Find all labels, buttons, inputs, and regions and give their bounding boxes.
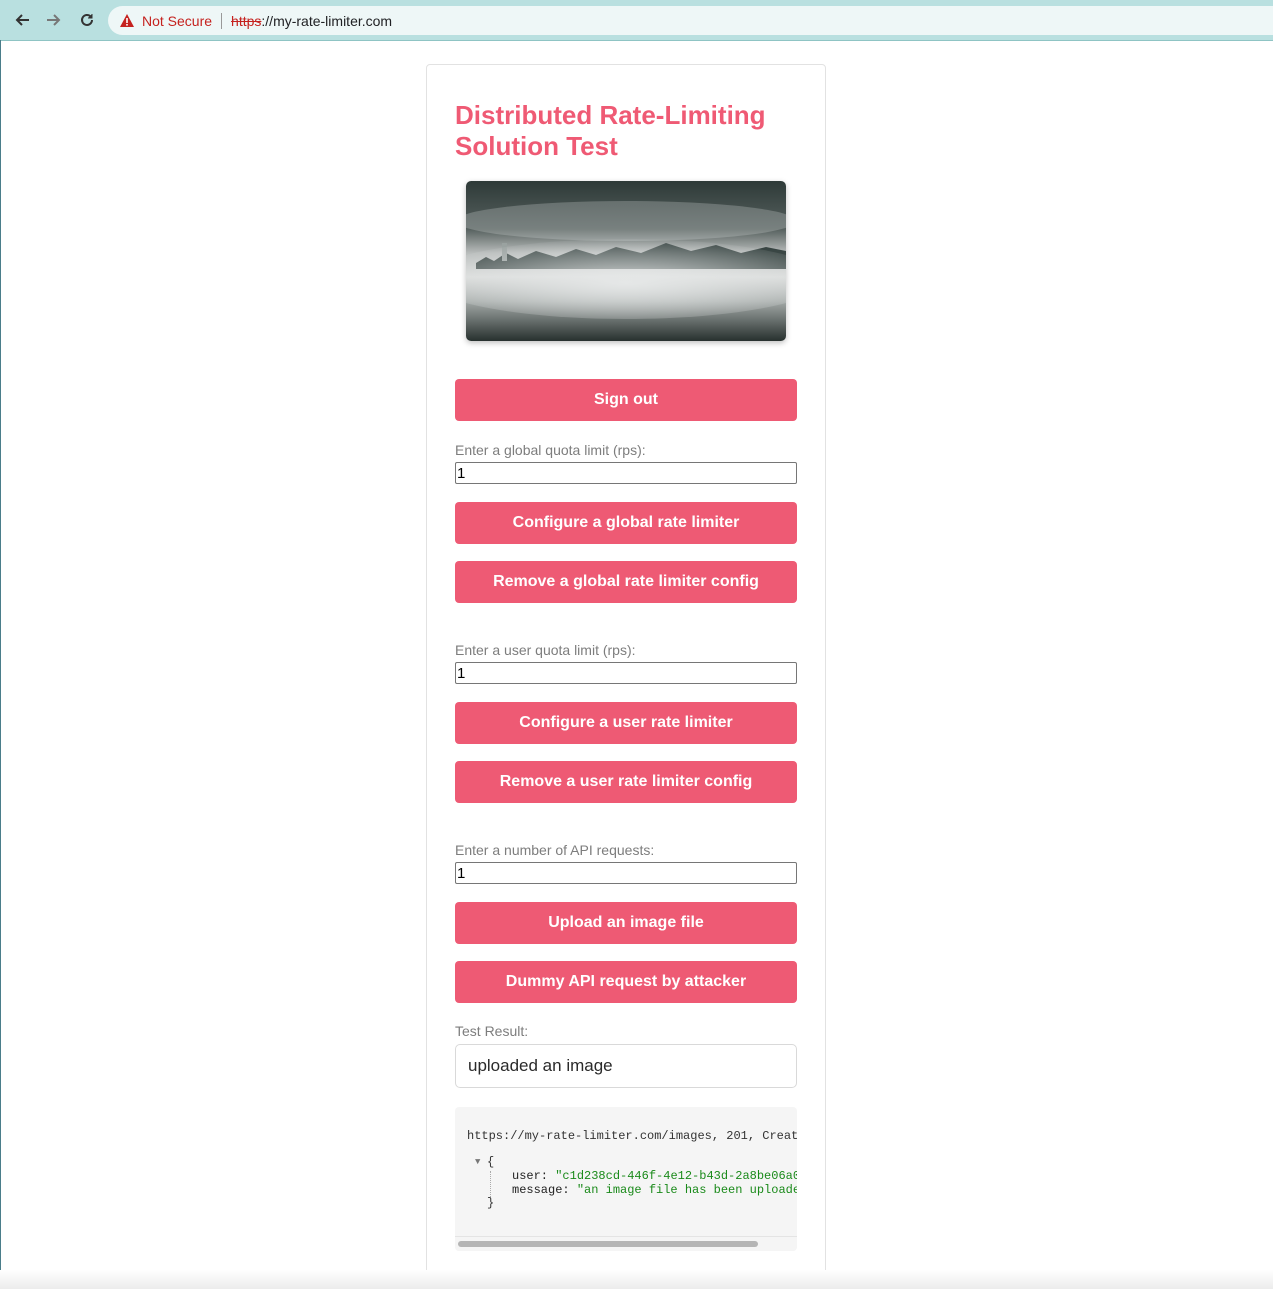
divider xyxy=(221,12,223,29)
test-result-label: Test Result: xyxy=(455,1023,529,1039)
log-close-brace: } xyxy=(487,1196,495,1210)
forward-icon[interactable] xyxy=(42,8,66,32)
configure-user-rate-limiter-button[interactable]: Configure a user rate limiter xyxy=(455,702,797,744)
log-guide xyxy=(490,1171,491,1197)
test-result-box: uploaded an image xyxy=(455,1044,797,1088)
security-label: Not Secure xyxy=(142,12,213,29)
sign-out-button[interactable]: Sign out xyxy=(455,379,797,421)
address-bar[interactable]: Not Secure https://my-rate-limiter.com xyxy=(108,6,1273,35)
scrollbar-thumb[interactable] xyxy=(458,1241,758,1247)
back-icon[interactable] xyxy=(10,8,34,32)
url-text[interactable]: https://my-rate-limiter.com xyxy=(231,13,392,29)
url-host: ://my-rate-limiter.com xyxy=(261,12,393,29)
log-message-key: message: xyxy=(512,1183,570,1197)
user-quota-input[interactable] xyxy=(455,662,797,684)
window-edge xyxy=(0,40,1,1289)
log-message-row: message: "an image file has been uploade xyxy=(512,1183,797,1197)
global-quota-input[interactable] xyxy=(455,462,797,484)
log-open-brace: { xyxy=(487,1155,495,1169)
window-bottom-edge xyxy=(0,1270,1273,1289)
log-header: https://my-rate-limiter.com/images, 201,… xyxy=(467,1129,797,1143)
warning-icon xyxy=(120,14,134,27)
main-card: Distributed Rate-Limiting Solution Test xyxy=(426,64,826,1283)
dummy-api-request-button[interactable]: Dummy API request by attacker xyxy=(455,961,797,1003)
global-quota-label: Enter a global quota limit (rps): xyxy=(455,442,646,458)
api-requests-label: Enter a number of API requests: xyxy=(455,842,655,858)
url-scheme: https xyxy=(231,12,262,29)
remove-global-rate-limiter-button[interactable]: Remove a global rate limiter config xyxy=(455,561,797,603)
log-user-value: "c1d238cd-446f-4e12-b43d-2a8be06a0 xyxy=(555,1169,797,1183)
api-requests-input[interactable] xyxy=(455,862,797,884)
log-user-key: user: xyxy=(512,1169,549,1183)
upload-image-button[interactable]: Upload an image file xyxy=(455,902,797,944)
response-log: https://my-rate-limiter.com/images, 201,… xyxy=(455,1107,797,1251)
configure-global-rate-limiter-button[interactable]: Configure a global rate limiter xyxy=(455,502,797,544)
page-title: Distributed Rate-Limiting Solution Test xyxy=(455,100,766,161)
hero-image xyxy=(466,181,786,341)
reload-icon[interactable] xyxy=(75,8,99,32)
log-user-row: user: "c1d238cd-446f-4e12-b43d-2a8be06a0 xyxy=(512,1169,797,1183)
security-indicator[interactable]: Not Secure xyxy=(120,13,212,29)
horizontal-scrollbar[interactable] xyxy=(455,1236,797,1251)
collapse-toggle-icon[interactable]: ▼ xyxy=(475,1157,480,1167)
remove-user-rate-limiter-button[interactable]: Remove a user rate limiter config xyxy=(455,761,797,803)
browser-toolbar: Not Secure https://my-rate-limiter.com xyxy=(0,0,1273,41)
log-message-value: "an image file has been uploade xyxy=(576,1183,797,1197)
user-quota-label: Enter a user quota limit (rps): xyxy=(455,642,636,658)
